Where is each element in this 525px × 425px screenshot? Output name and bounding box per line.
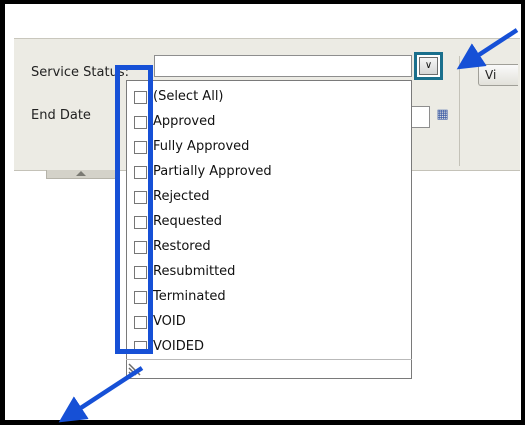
arrow-to-dropdown-button <box>456 28 519 70</box>
annotation-arrows <box>58 28 519 423</box>
arrow-from-checkbox-column <box>58 366 144 423</box>
